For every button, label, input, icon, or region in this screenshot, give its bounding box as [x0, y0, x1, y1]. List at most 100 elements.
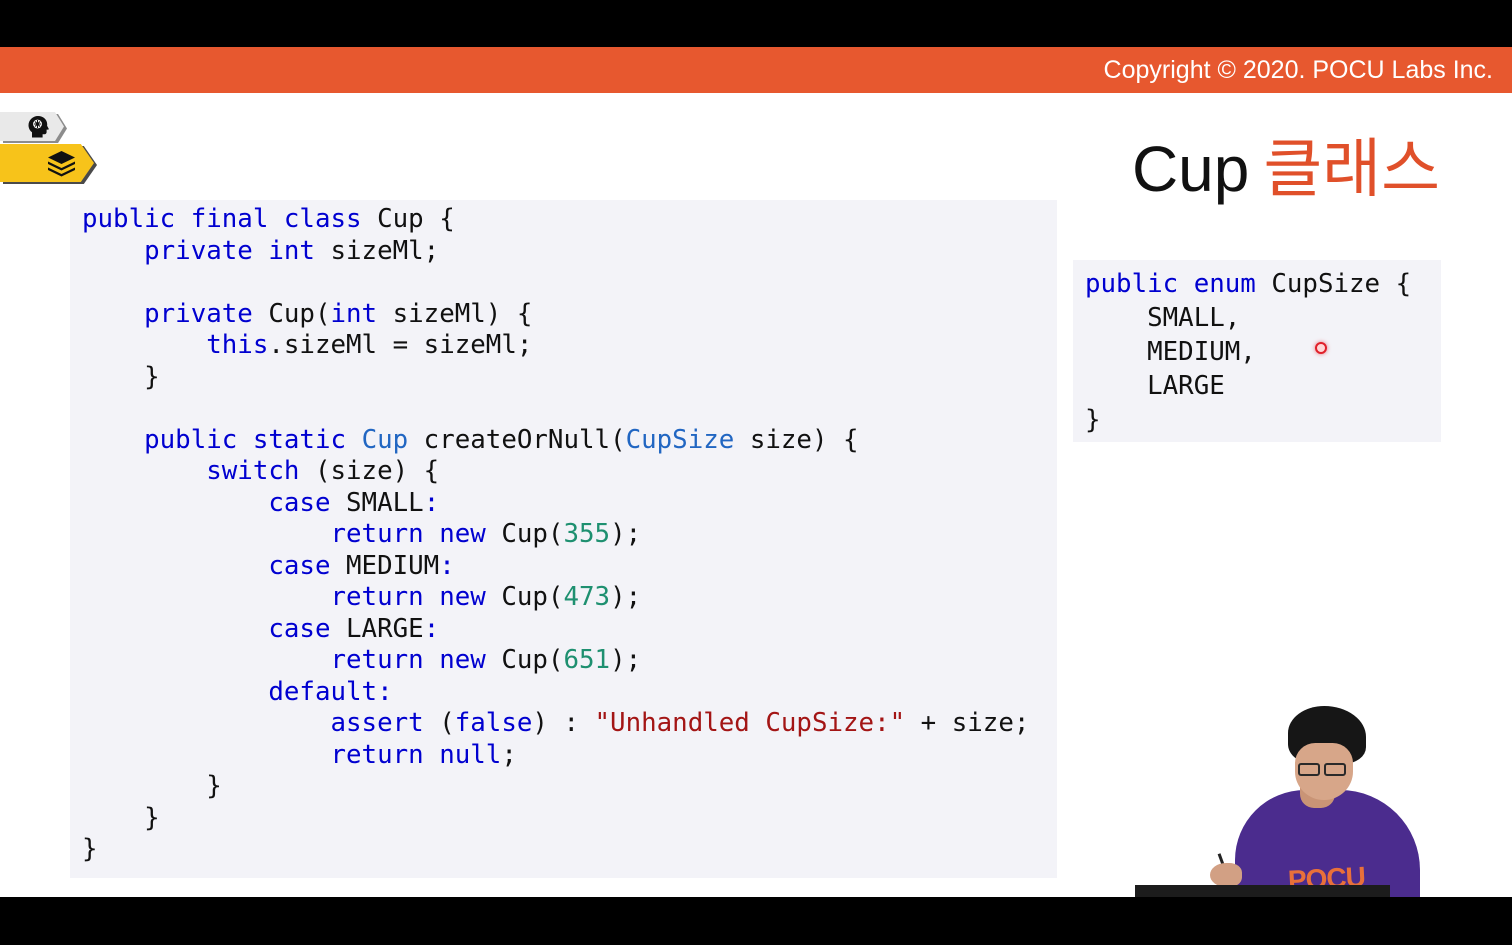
code-line: return new Cup(355);: [82, 519, 1057, 551]
code-token: Cup(: [485, 519, 564, 549]
code-line: }: [82, 362, 1057, 394]
cupsize-enum-code-block: public enum CupSize { SMALL, MEDIUM, LAR…: [1073, 260, 1441, 442]
laser-pointer-dot: [1315, 342, 1327, 354]
code-token: CupSize {: [1255, 269, 1412, 299]
code-token: LARGE: [330, 613, 424, 644]
slide-title: Cup 클래스: [1132, 131, 1440, 207]
code-token: CupSize: [625, 424, 735, 455]
slide-title-accent: 클래스: [1263, 133, 1440, 205]
code-line: case SMALL:: [82, 488, 1057, 520]
presenter-hand: [1210, 863, 1242, 887]
code-token: }: [82, 802, 160, 833]
code-token: size) {: [734, 424, 859, 455]
code-token: Cup(: [485, 582, 564, 612]
code-token: :: [423, 613, 440, 644]
code-line: return new Cup(473);: [82, 582, 1057, 614]
code-token: return new: [330, 582, 486, 612]
slide-header-bar: Copyright © 2020. POCU Labs Inc.: [0, 47, 1512, 93]
code-token: case: [268, 613, 331, 644]
code-line: }: [1085, 403, 1441, 437]
code-line: case MEDIUM:: [82, 551, 1057, 583]
code-line: LARGE: [1085, 369, 1441, 403]
code-line: public enum CupSize {: [1085, 267, 1441, 301]
presenter-glasses-right: [1324, 763, 1346, 776]
code-token: sizeMl) {: [377, 298, 533, 329]
layers-stack-icon: [48, 151, 75, 177]
code-line: public final class Cup {: [82, 204, 1057, 236]
code-token: private int: [144, 235, 315, 266]
code-token: "Unhandled CupSize:": [594, 708, 906, 738]
code-token: .sizeMl = sizeMl;: [268, 330, 533, 360]
code-line: default:: [82, 677, 1057, 709]
slide-title-main: Cup: [1131, 133, 1250, 205]
code-line: case LARGE:: [82, 614, 1057, 646]
code-token: ) :: [532, 708, 595, 738]
code-token: LARGE: [1085, 371, 1225, 401]
code-token: }: [82, 361, 160, 392]
video-letterbox-top: [0, 0, 1512, 47]
code-token: return new: [330, 645, 486, 675]
concept-tab: [0, 112, 67, 143]
code-line: private int sizeMl;: [82, 236, 1057, 268]
code-token: public enum: [1085, 269, 1256, 299]
code-token: }: [82, 834, 98, 864]
slide-canvas: Cup 클래스 public final class Cup { private …: [0, 93, 1512, 897]
code-token: :: [423, 487, 440, 518]
code-token: assert: [330, 708, 424, 738]
code-token: 355: [563, 519, 611, 549]
code-token: SMALL,: [1085, 303, 1241, 333]
code-token: switch: [206, 456, 300, 486]
code-token: sizeMl;: [314, 235, 440, 266]
code-token: default:: [268, 676, 393, 707]
copyright-text: Copyright © 2020. POCU Labs Inc.: [1103, 56, 1493, 84]
code-token: Cup: [361, 424, 409, 455]
code-line: }: [82, 771, 1057, 803]
code-line: }: [82, 834, 1057, 866]
code-line: SMALL,: [1085, 301, 1441, 335]
code-token: return null: [330, 739, 502, 770]
code-token: int: [330, 298, 378, 329]
code-token: );: [610, 519, 642, 549]
brain-head-icon: [28, 116, 49, 138]
code-token: :: [439, 550, 455, 581]
code-token: this: [206, 330, 269, 360]
code-token: case: [268, 487, 331, 518]
code-token: 473: [563, 582, 611, 612]
code-line: return new Cup(651);: [82, 645, 1057, 677]
code-line: }: [82, 803, 1057, 835]
code-line: switch (size) {: [82, 456, 1057, 488]
code-line: MEDIUM,: [1085, 335, 1441, 369]
code-token: SMALL: [330, 487, 424, 518]
resources-tab: [0, 144, 97, 184]
code-line: this.sizeMl = sizeMl;: [82, 330, 1057, 362]
code-token: );: [610, 645, 642, 675]
video-letterbox-bottom: [0, 897, 1512, 945]
presenter-desk: [1135, 885, 1390, 897]
code-line: assert (false) : "Unhandled CupSize:" + …: [82, 708, 1057, 740]
code-token: Cup(: [252, 298, 331, 329]
code-token: ;: [501, 739, 517, 770]
code-token: );: [610, 582, 642, 612]
cup-class-code-block: public final class Cup { private int siz…: [70, 200, 1057, 878]
code-token: MEDIUM: [330, 550, 440, 581]
presenter-glasses-left: [1298, 763, 1320, 776]
code-token: return new: [330, 519, 486, 549]
code-token: (: [423, 708, 455, 738]
code-token: false: [454, 708, 533, 738]
code-line: public static Cup createOrNull(CupSize s…: [82, 425, 1057, 457]
code-line: return null;: [82, 740, 1057, 772]
code-token: public static: [144, 424, 347, 455]
